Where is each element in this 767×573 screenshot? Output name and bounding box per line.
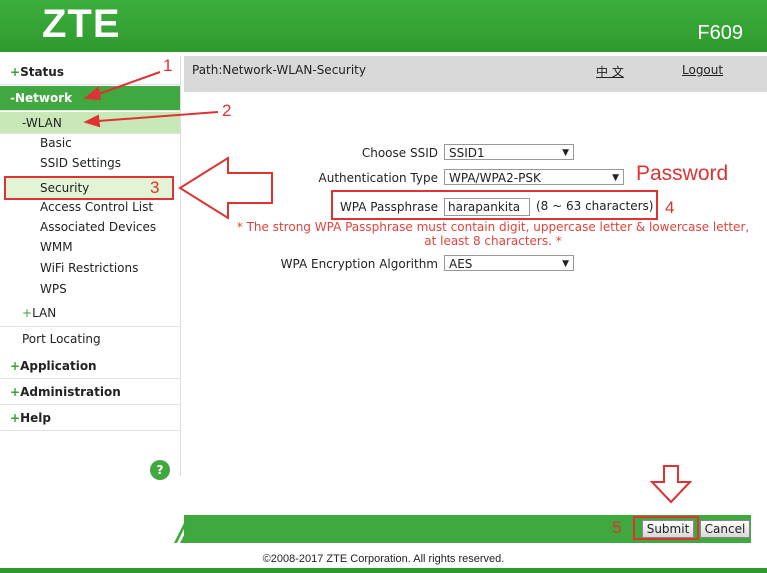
annotation-1: 1: [163, 56, 173, 75]
arrow-5-icon: [649, 465, 693, 504]
annotation-5: 5: [612, 518, 622, 537]
arrow-2-icon: [97, 111, 219, 122]
password-note: Password: [636, 162, 729, 185]
arrowhead-1-icon: [83, 86, 102, 101]
annotation-2: 2: [222, 101, 232, 120]
annotation-4: 4: [665, 198, 675, 217]
arrow-1-icon: [95, 71, 161, 96]
arrow-3-icon: [178, 156, 273, 220]
arrowhead-2-icon: [83, 114, 101, 128]
annotation-3: 3: [150, 178, 160, 197]
annotation-layer: [83, 71, 693, 504]
